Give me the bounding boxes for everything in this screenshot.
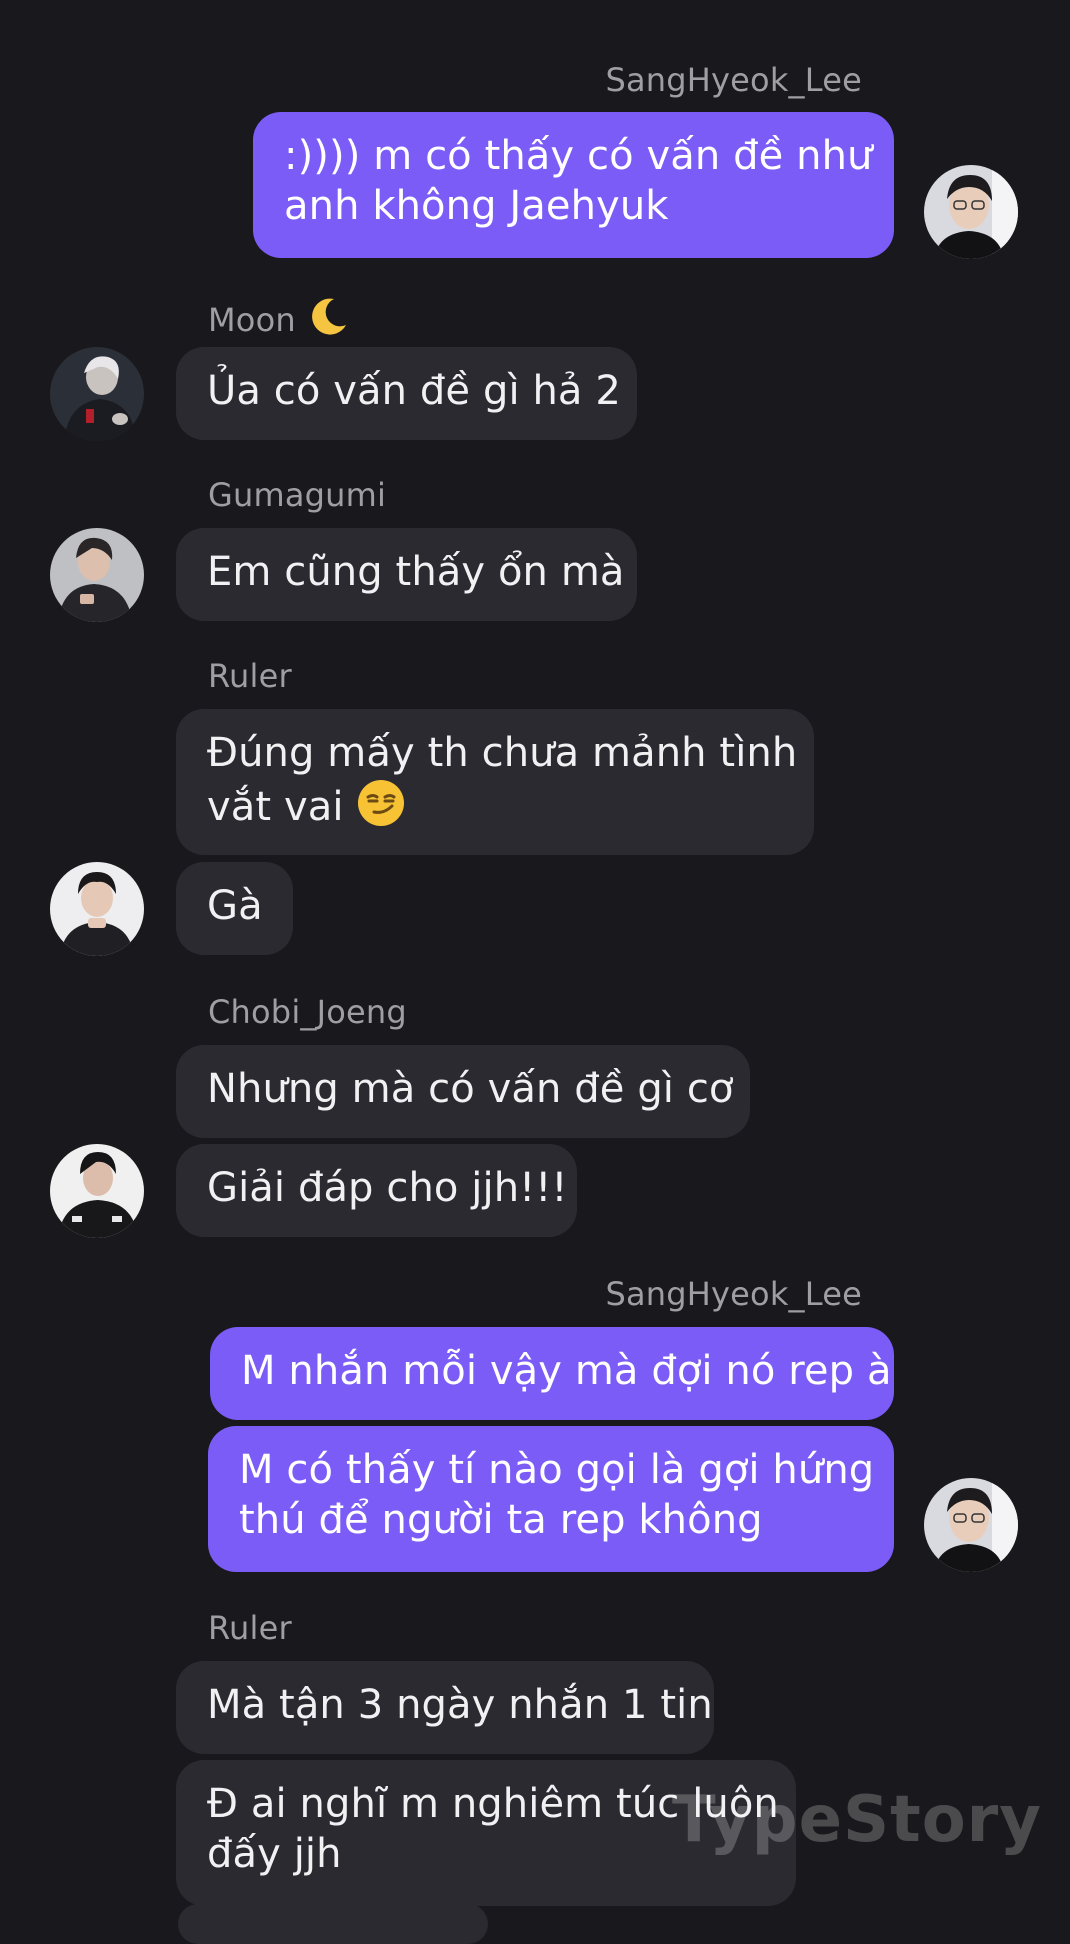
message-bubble-partial[interactable]	[178, 1904, 488, 1944]
message-line: M có thấy tí nào gọi là gợi hứng	[239, 1447, 875, 1493]
avatar-image	[50, 528, 144, 622]
avatar-sanghyeok[interactable]	[924, 1478, 1018, 1572]
avatar-image	[50, 1144, 144, 1238]
avatar-moon[interactable]	[50, 347, 144, 441]
message-bubble-incoming[interactable]: Ủa có vấn đề gì hả 2	[176, 347, 637, 440]
message-line: :)))) m có thấy có vấn đề như	[284, 133, 873, 179]
watermark: TypeStory	[672, 1783, 1042, 1857]
avatar-image	[50, 862, 144, 956]
sender-name: SangHyeok_Lee	[605, 61, 862, 99]
message-line: Đúng mấy th chưa mảnh tình	[207, 730, 798, 776]
message-bubble-outgoing[interactable]: :)))) m có thấy có vấn đề như anh không …	[253, 112, 894, 258]
avatar-sanghyeok[interactable]	[924, 165, 1018, 259]
sender-name: SangHyeok_Lee	[605, 1275, 862, 1313]
message-line: thú để người ta rep không	[239, 1497, 763, 1543]
avatar-image	[50, 347, 144, 441]
message-bubble-outgoing[interactable]: M nhắn mỗi vậy mà đợi nó rep à	[210, 1327, 894, 1420]
message-line: anh không Jaehyuk	[284, 183, 669, 229]
message-bubble-incoming[interactable]: Gà	[176, 862, 293, 955]
message-bubble-incoming[interactable]: Nhưng mà có vấn đề gì cơ	[176, 1045, 750, 1138]
avatar-image	[924, 165, 1018, 259]
message-bubble-incoming[interactable]: Giải đáp cho jjh!!!	[176, 1144, 577, 1237]
message-line-row: vắt vai	[207, 778, 783, 840]
sender-name: Ruler	[208, 1609, 292, 1647]
avatar-chobi[interactable]	[50, 1144, 144, 1238]
sender-name: Moon	[208, 301, 296, 339]
sender-name: Ruler	[208, 657, 292, 695]
message-bubble-incoming[interactable]: Em cũng thấy ổn mà	[176, 528, 637, 621]
sender-name: Chobi_Joeng	[208, 993, 407, 1031]
avatar-ruler[interactable]	[50, 862, 144, 956]
smirking-face-icon	[356, 778, 406, 840]
crescent-moon-icon	[306, 295, 350, 348]
sender-name-row: Moon	[208, 295, 350, 348]
sender-name: Gumagumi	[208, 476, 387, 514]
avatar-gumagumi[interactable]	[50, 528, 144, 622]
message-line: vắt vai	[207, 784, 344, 830]
message-bubble-incoming[interactable]: Đúng mấy th chưa mảnh tình vắt vai	[176, 709, 814, 855]
avatar-image	[924, 1478, 1018, 1572]
message-bubble-incoming[interactable]: Mà tận 3 ngày nhắn 1 tin	[176, 1661, 714, 1754]
chat-thread: SangHyeok_Lee :)))) m có thấy có vấn đề …	[0, 0, 1070, 1944]
message-bubble-outgoing[interactable]: M có thấy tí nào gọi là gợi hứng thú để …	[208, 1426, 894, 1572]
